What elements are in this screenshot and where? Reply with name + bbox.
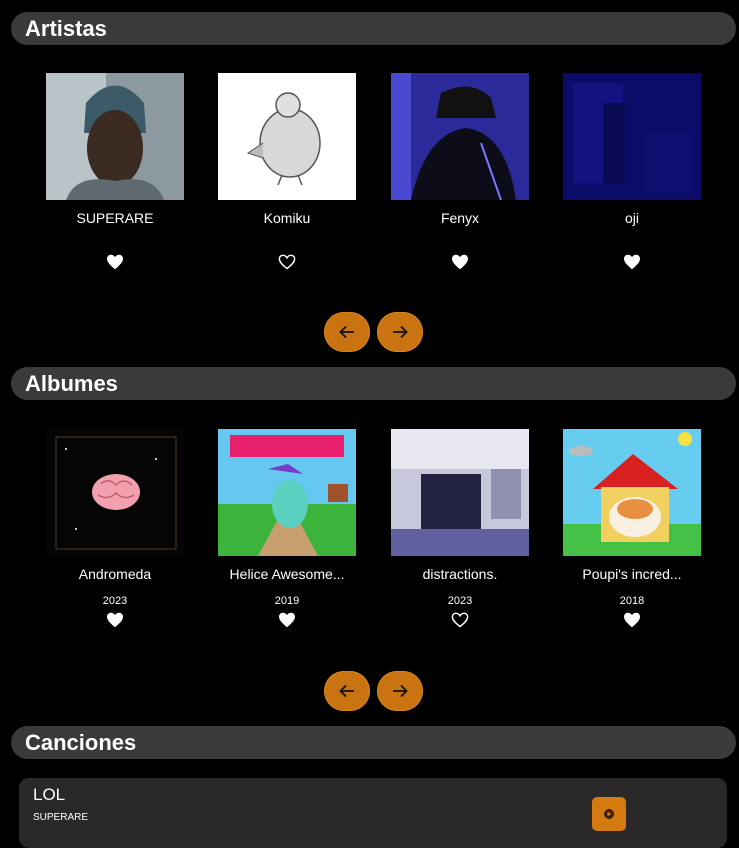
albums-section-title: Albumes: [25, 370, 118, 396]
heart-filled-icon[interactable]: [451, 254, 469, 270]
album-year: 2019: [274, 595, 300, 607]
artist-name: Komiku: [263, 210, 311, 226]
songs-section-header: Canciones: [11, 726, 736, 759]
artist-card[interactable]: Fenyx: [390, 73, 530, 270]
heart-filled-icon[interactable]: [278, 612, 296, 628]
song-title: LOL: [33, 785, 66, 804]
album-card[interactable]: Helice Awesome... 2019: [217, 429, 357, 628]
artist-image[interactable]: [46, 73, 184, 200]
artist-image[interactable]: [563, 73, 701, 200]
play-icon: [604, 809, 614, 819]
albums-section-header: Albumes: [11, 367, 736, 400]
album-year: 2023: [102, 595, 128, 607]
arrow-left-icon: [339, 684, 354, 698]
album-cover[interactable]: [218, 429, 356, 556]
artist-name: Fenyx: [440, 210, 480, 226]
arrow-right-icon: [393, 684, 408, 698]
album-cover[interactable]: [46, 429, 184, 556]
artists-section-title: Artistas: [25, 15, 107, 41]
artist-card[interactable]: SUPERARE: [45, 73, 185, 270]
album-card[interactable]: Poupi's incred... 2018: [562, 429, 702, 628]
song-artist[interactable]: SUPERARE: [33, 812, 88, 823]
arrow-left-icon: [339, 325, 354, 339]
album-cover[interactable]: [563, 429, 701, 556]
artist-image[interactable]: [391, 73, 529, 200]
heart-filled-icon[interactable]: [106, 612, 124, 628]
heart-filled-icon[interactable]: [623, 612, 641, 628]
albums-next-button[interactable]: [377, 671, 423, 711]
album-name: distractions.: [422, 566, 498, 582]
play-button[interactable]: [592, 797, 626, 831]
artists-section-header: Artistas: [11, 12, 736, 45]
artists-prev-button[interactable]: [324, 312, 370, 352]
artist-card[interactable]: Komiku: [217, 73, 357, 270]
album-cover[interactable]: [391, 429, 529, 556]
artists-next-button[interactable]: [377, 312, 423, 352]
artist-name: SUPERARE: [76, 210, 154, 226]
heart-filled-icon[interactable]: [623, 254, 641, 270]
album-name: Poupi's incred...: [582, 566, 682, 582]
song-row[interactable]: LOL SUPERARE: [19, 778, 727, 848]
heart-outline-icon[interactable]: [451, 612, 469, 628]
heart-outline-icon[interactable]: [278, 254, 296, 270]
artist-name: oji: [624, 210, 639, 226]
artist-card[interactable]: oji: [562, 73, 702, 270]
album-year: 2018: [619, 595, 645, 607]
album-name: Andromeda: [78, 566, 152, 582]
album-card[interactable]: distractions. 2023: [390, 429, 530, 628]
albums-prev-button[interactable]: [324, 671, 370, 711]
songs-section-title: Canciones: [25, 729, 137, 755]
album-name: Helice Awesome...: [229, 566, 345, 582]
artist-image[interactable]: [218, 73, 356, 200]
album-year: 2023: [447, 595, 473, 607]
heart-filled-icon[interactable]: [106, 254, 124, 270]
album-card[interactable]: Andromeda 2023: [45, 429, 185, 628]
arrow-right-icon: [393, 325, 408, 339]
